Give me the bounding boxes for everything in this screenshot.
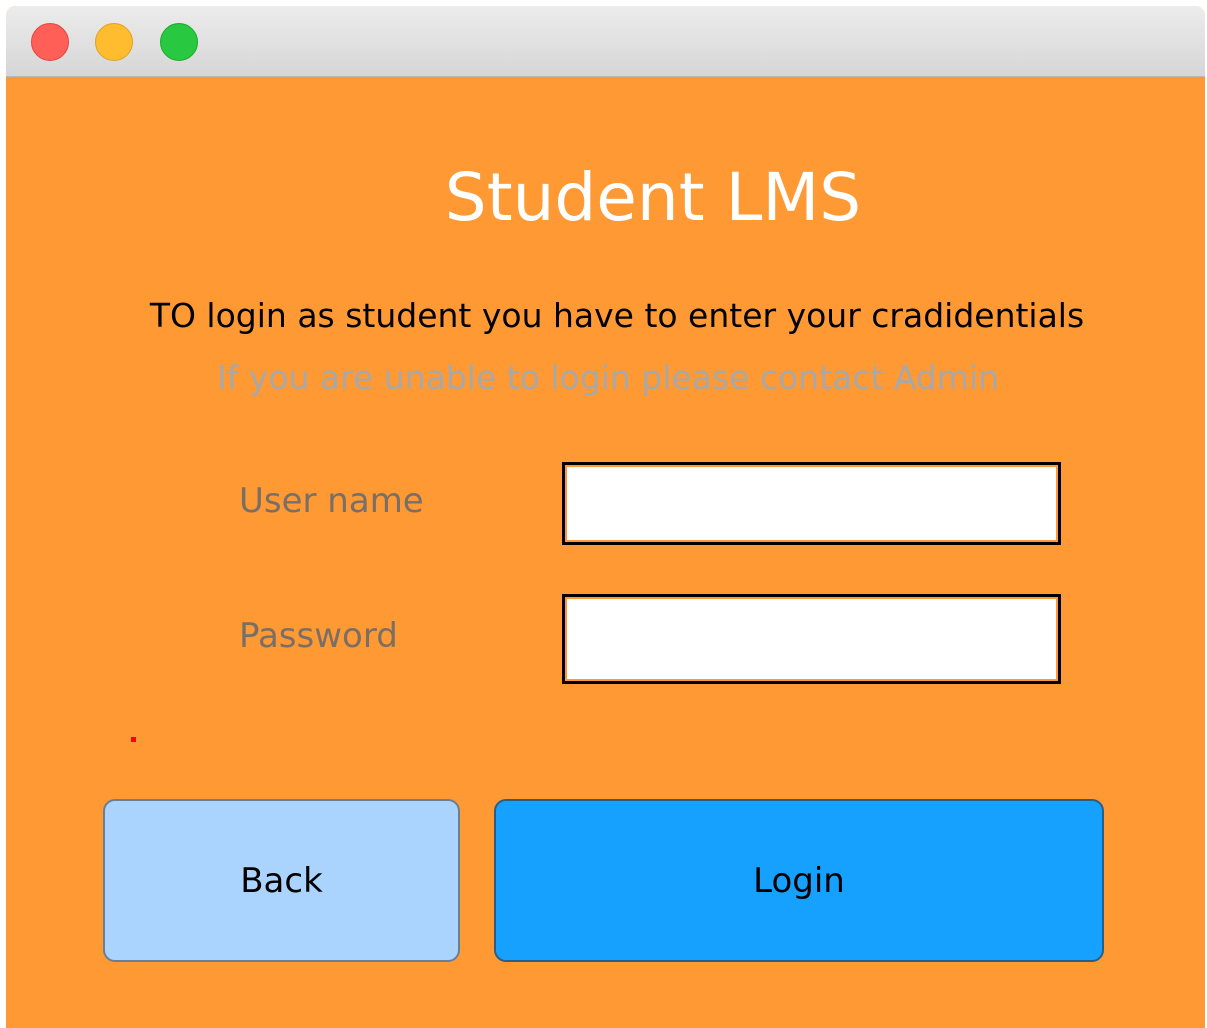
error-indicator [131, 737, 136, 742]
title-bar[interactable] [6, 6, 1205, 77]
password-label: Password [239, 616, 398, 656]
app-title: Student LMS [444, 159, 862, 236]
password-input[interactable] [562, 594, 1061, 684]
help-text: If you are unable to login please contac… [216, 358, 1000, 397]
zoom-window-button[interactable] [160, 23, 198, 61]
login-instructions: TO login as student you have to enter yo… [149, 296, 1085, 335]
username-input[interactable] [562, 462, 1061, 545]
close-window-button[interactable] [31, 23, 69, 61]
back-button[interactable]: Back [103, 799, 460, 962]
username-label: User name [239, 481, 424, 521]
login-button[interactable]: Login [494, 799, 1104, 962]
login-panel: Student LMS TO login as student you have… [6, 77, 1205, 1028]
minimize-window-button[interactable] [95, 23, 133, 61]
app-window: Student LMS TO login as student you have… [6, 6, 1205, 1028]
